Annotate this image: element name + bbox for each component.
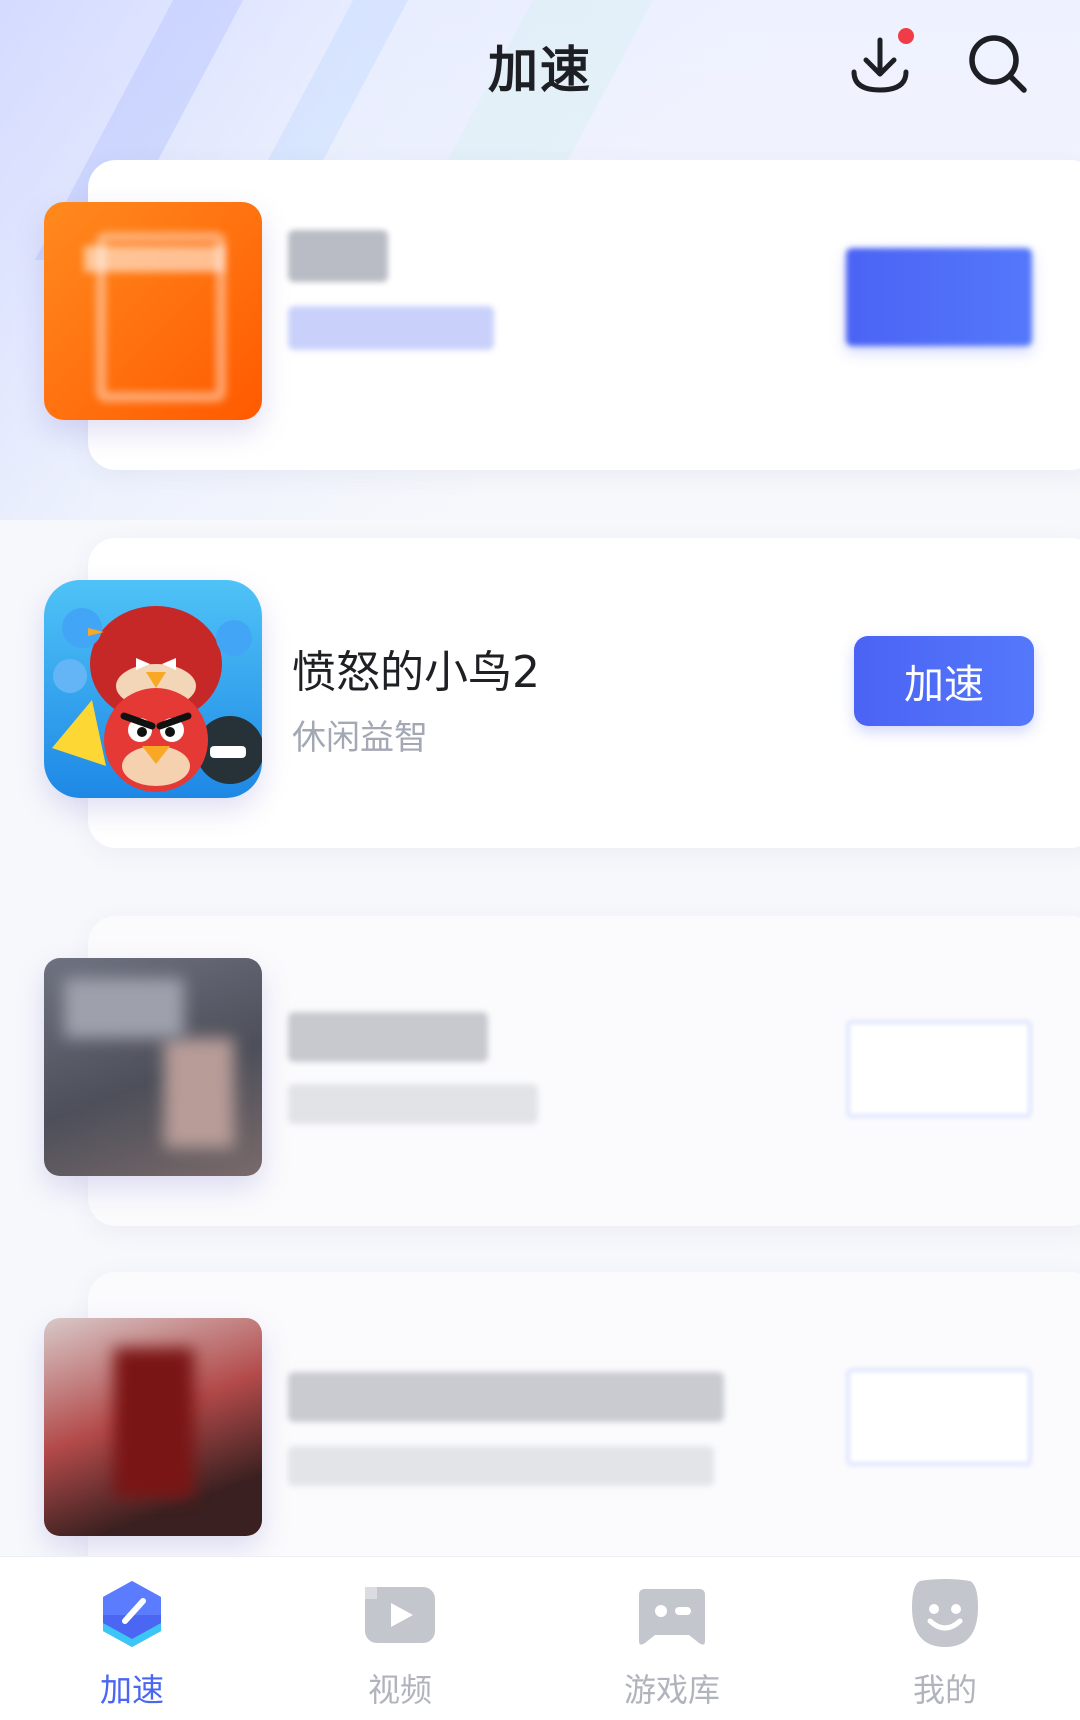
obscured-category [288,1446,714,1486]
accelerate-button[interactable] [846,248,1032,346]
game-name: 愤怒的小鸟2 [292,647,540,698]
accelerate-button[interactable] [846,1020,1032,1118]
game-icon [44,202,262,420]
game-card[interactable] [44,1272,1080,1582]
obscured-category [288,306,494,350]
top-bar: 加速 [0,0,1080,130]
search-button[interactable] [962,28,1034,100]
pixelated-artwork [64,978,184,1038]
download-button[interactable] [846,28,918,100]
gamepad-icon [639,1589,705,1645]
obscured-name [288,230,388,282]
search-icon [969,35,1027,93]
video-icon [365,1587,435,1643]
pixelated-artwork [84,246,224,272]
game-card[interactable] [44,916,1080,1226]
game-icon [44,580,262,798]
nav-label: 加速 [99,1671,164,1709]
page-title: 加速 [488,41,592,99]
obscured-name [288,1372,724,1422]
nav-label: 游戏库 [623,1671,720,1709]
smiley-icon [912,1579,978,1647]
nav-item-accelerate[interactable]: 加速 [42,1577,222,1709]
obscured-name [288,1012,488,1062]
nav-item-mine[interactable]: 我的 [855,1577,1035,1709]
accelerate-button[interactable]: 加速 [854,636,1034,726]
game-icon [44,1318,262,1536]
speedometer-icon [103,1581,161,1647]
pixelated-artwork [164,1038,234,1148]
game-card[interactable] [44,160,1080,470]
nav-label: 我的 [912,1671,977,1709]
game-category: 休闲益智 [292,718,428,758]
nav-item-video[interactable]: 视频 [310,1577,490,1709]
game-card[interactable]: 愤怒的小鸟2 休闲益智 加速 [44,538,1080,848]
notification-dot [898,28,914,44]
angry-birds-icon [44,580,262,798]
bottom-nav: 加速 视频 游戏库 我的 [0,1556,1080,1720]
nav-item-game-library[interactable]: 游戏库 [582,1577,762,1709]
pixelated-artwork [114,1348,194,1498]
game-icon [44,958,262,1176]
nav-label: 视频 [367,1671,432,1709]
accelerate-button[interactable] [846,1368,1032,1466]
obscured-category [288,1084,538,1124]
